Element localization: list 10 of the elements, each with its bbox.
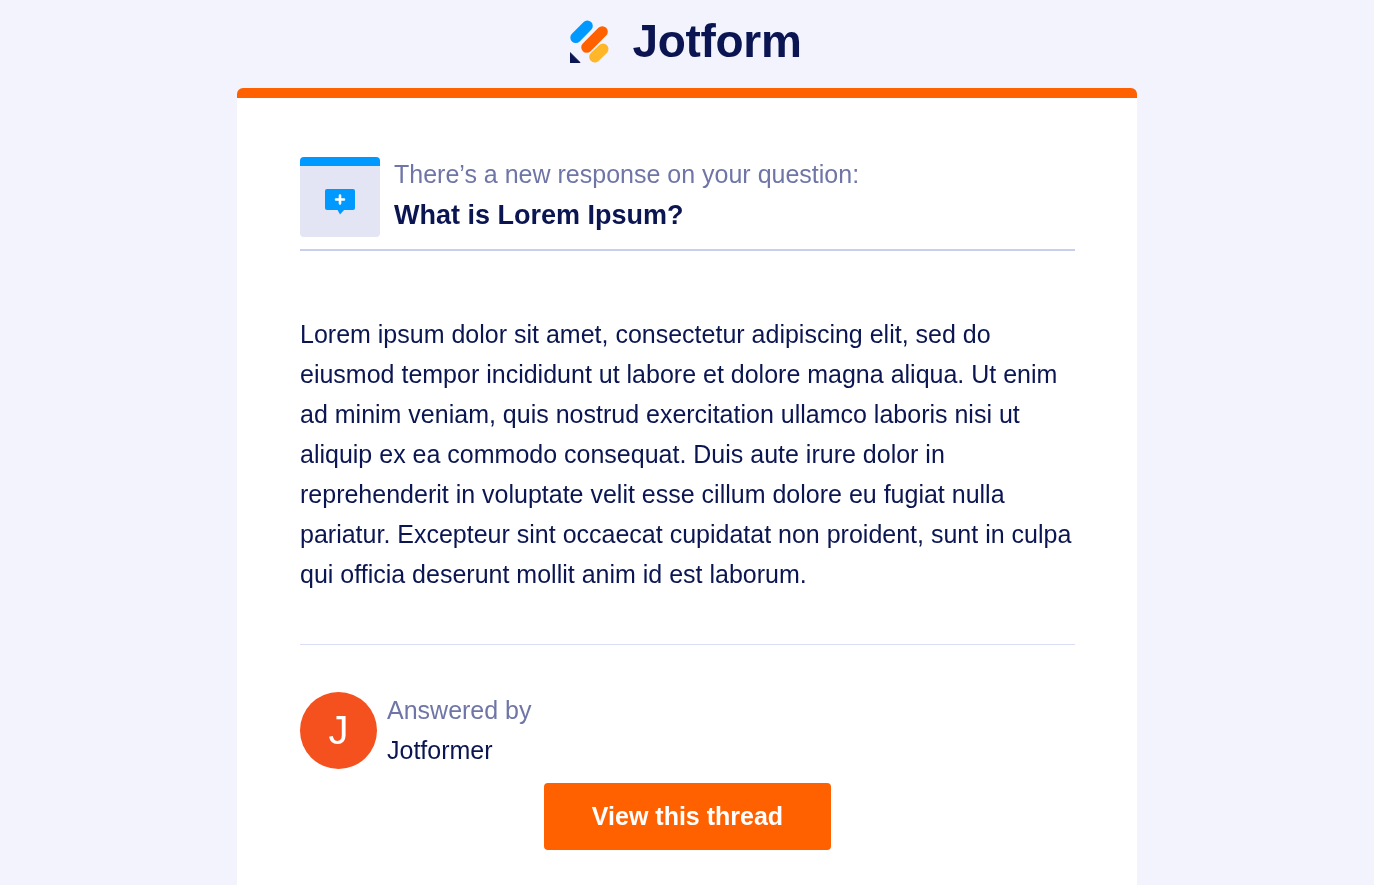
author-name: Jotformer <box>387 735 494 766</box>
answered-by-label: Answered by <box>387 695 532 726</box>
logo-text: Jotform <box>632 19 802 63</box>
logo-icon <box>570 19 611 63</box>
notification-intro: There’s a new response on your question: <box>394 159 860 190</box>
avatar: J <box>300 692 377 769</box>
question-title: What is Lorem Ipsum? <box>394 199 685 231</box>
view-thread-button[interactable]: View this thread <box>543 783 832 850</box>
answer-text: Lorem ipsum dolor sit amet, consectetur adipiscing elit, sed do eiusmod tempor incididunt ut labore et dolore magna aliqua. Ut enim ad minim veniam, quis nostrud exercitation ullamco laboris nisi ut aliquip ex ea commodo consequat. Duis aute irure dolor in reprehenderit in voluptate velit esse cillum dolore eu fugiat nulla pariatur. Excepteur sint occaecat cupidatat non proident, sunt in culpa qui officia deserunt mollit anim id est laborum. <box>300 319 1073 590</box>
chat-plus-icon <box>300 157 380 237</box>
